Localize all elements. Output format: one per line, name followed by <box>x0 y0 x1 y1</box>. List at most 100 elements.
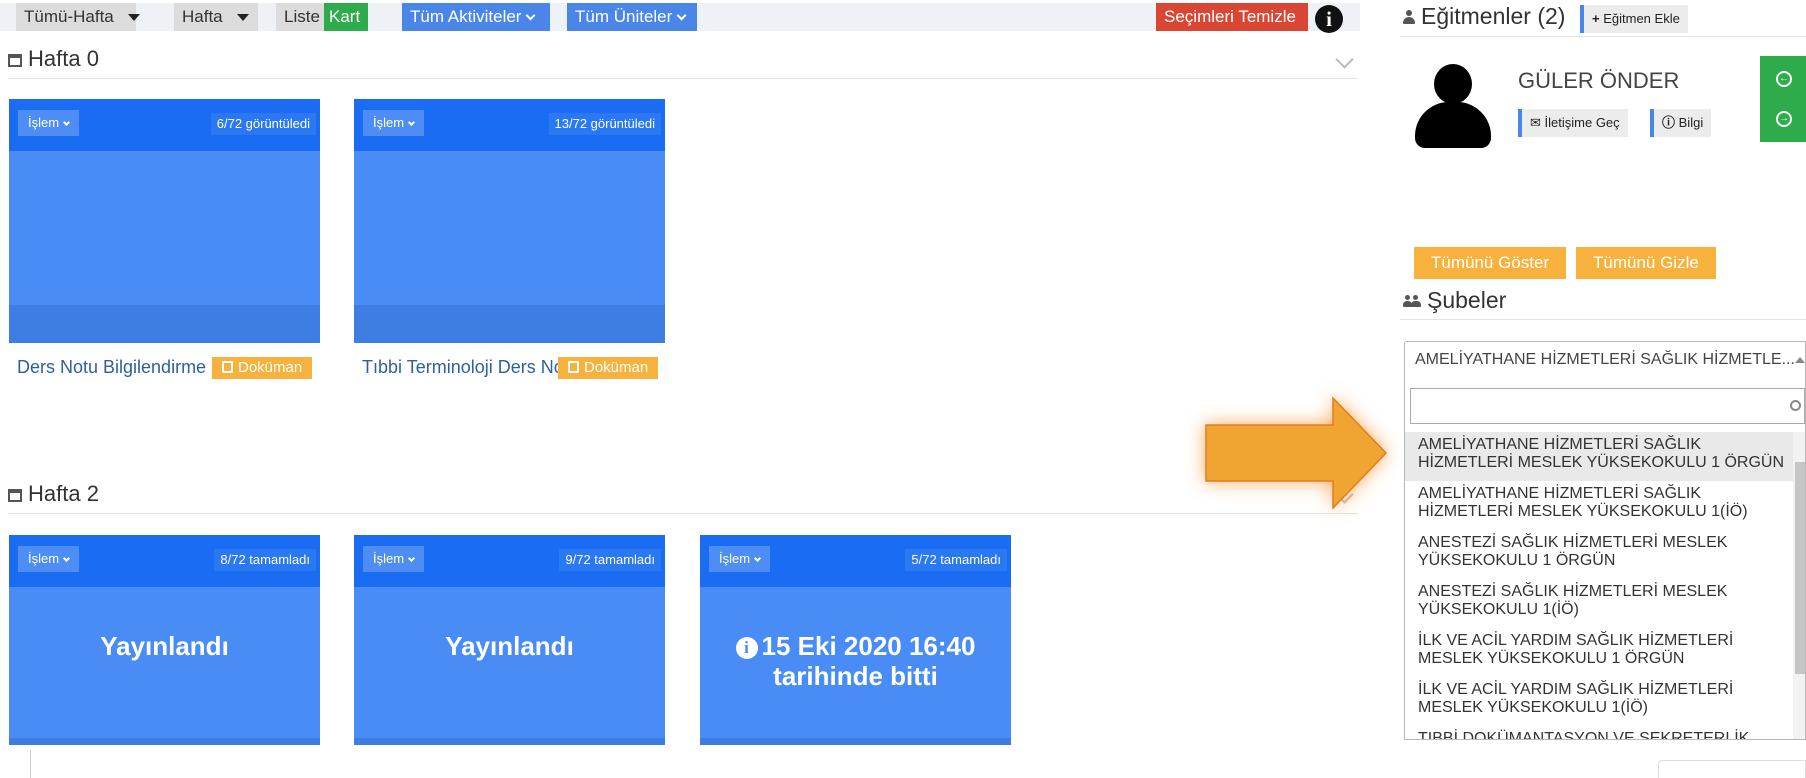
branch-option[interactable]: ANESTEZİ SAĞLIK HİZMETLERİ MESLEK YÜKSEKO… <box>1405 579 1793 628</box>
list-view-label: Liste <box>284 7 320 26</box>
branch-option[interactable]: TIBBİ DOKÜMANTASYON VE SEKRETERLİK <box>1405 726 1793 740</box>
card-status-text: i 15 Eki 2020 16:40 tarihinde bitti <box>700 631 1011 691</box>
card-stat-badge: 5/72 tamamladı <box>905 549 1007 571</box>
card-stat-badge: 6/72 görüntüledi <box>210 113 316 135</box>
section-divider <box>1400 36 1806 37</box>
activity-card[interactable]: İşlem 8/72 tamamladı Yayınlandı <box>9 535 320 745</box>
dropdown-scrollbar[interactable] <box>1793 432 1805 739</box>
info-icon: i <box>735 637 758 659</box>
instructors-title-label: Eğitmenler (2) <box>1421 3 1566 29</box>
info-button[interactable]: ⓘ Bilgi <box>1650 109 1712 137</box>
week-0-label: Hafta 0 <box>28 46 99 71</box>
activities-filter-button[interactable]: Tüm Aktiviteler <box>402 3 550 31</box>
add-instructor-button[interactable]: + Eğitmen Ekle <box>1580 5 1688 33</box>
calendar-icon <box>8 489 22 502</box>
document-badge: Doküman <box>558 357 659 379</box>
chevron-down-icon <box>408 118 416 127</box>
branch-option[interactable]: İLK VE ACİL YARDIM SAĞLIK HİZMETLERİ MESL… <box>1405 677 1793 726</box>
chevron-down-icon <box>63 554 71 563</box>
card-title-link[interactable]: Tıbbi Terminoloji Ders Notu <box>362 357 562 378</box>
arrow-right-icon <box>1205 396 1388 510</box>
sign-out-icon[interactable]: ← <box>1776 71 1792 87</box>
card-footer <box>9 305 320 343</box>
card-stat-badge: 8/72 tamamladı <box>214 549 316 571</box>
plus-icon: + <box>1592 11 1600 26</box>
units-filter-label: Tüm Üniteler <box>575 7 673 26</box>
branch-dropdown: AMELİYATHANE HİZMETLERİ SAĞLIK HİZMETLERİ… <box>1404 378 1806 740</box>
sign-in-icon[interactable]: → <box>1776 111 1792 127</box>
branch-option-line1: İLK VE ACİL YARDIM SAĞLIK HİZMETLERİ <box>1418 681 1734 698</box>
card-action-menu[interactable]: İşlem <box>18 110 80 136</box>
branch-options-list: AMELİYATHANE HİZMETLERİ SAĞLIK HİZMETLERİ… <box>1405 432 1793 740</box>
card-action-label: İşlem <box>28 551 60 566</box>
card-view-label: Kart <box>329 7 361 26</box>
week-2-title[interactable]: Hafta 2 <box>8 481 99 507</box>
caret-down-icon <box>236 14 249 22</box>
chevron-down-icon <box>408 554 416 563</box>
branch-option[interactable]: ANESTEZİ SAĞLIK HİZMETLERİ MESLEK YÜKSEKO… <box>1405 530 1793 579</box>
scrollbar-thumb[interactable] <box>1795 462 1805 674</box>
week-divider <box>8 513 1358 514</box>
week-unit-label: Hafta <box>182 7 223 26</box>
branch-option-line1: ANESTEZİ SAĞLIK HİZMETLERİ MESLEK <box>1418 583 1728 600</box>
card-action-label: İşlem <box>719 551 751 566</box>
card-action-menu[interactable]: İşlem <box>18 546 80 572</box>
branch-option-line2: YÜKSEKOKULU 1(İÖ) <box>1418 601 1579 618</box>
branch-option-line2: MESLEK YÜKSEKOKULU 1(İÖ) <box>1418 699 1648 716</box>
card-stat-badge: 13/72 görüntüledi <box>548 113 661 135</box>
book-icon <box>568 361 579 373</box>
branch-option-line1: İLK VE ACİL YARDIM SAĞLIK HİZMETLERİ <box>1418 632 1734 649</box>
activity-card[interactable]: İşlem 13/72 görüntüledi <box>354 99 665 343</box>
clear-selections-label: Seçimleri Temizle <box>1164 7 1296 26</box>
chevron-down-icon[interactable] <box>1335 50 1354 69</box>
activity-card[interactable]: İşlem 5/72 tamamladı i 15 Eki 2020 16:40 … <box>700 535 1011 745</box>
card-status-line2: tarihinde bitti <box>773 661 938 691</box>
show-all-button[interactable]: Tümünü Göster <box>1414 247 1567 279</box>
card-action-menu[interactable]: İşlem <box>709 546 771 572</box>
activity-card[interactable]: İşlem 9/72 tamamladı Yayınlandı <box>354 535 665 745</box>
branches-title-label: Şubeler <box>1427 287 1507 313</box>
caret-up-icon <box>1795 357 1805 363</box>
instructor-name: GÜLER ÖNDER <box>1518 68 1680 93</box>
branch-search-input[interactable] <box>1410 388 1805 424</box>
user-icon <box>1403 10 1415 24</box>
document-badge-label: Doküman <box>238 359 303 376</box>
card-view-button[interactable]: Kart <box>324 3 368 31</box>
contact-button[interactable]: ✉ İletişime Geç <box>1518 109 1628 137</box>
card-status-line1: 15 Eki 2020 16:40 <box>761 631 976 661</box>
week-0-title[interactable]: Hafta 0 <box>8 46 99 72</box>
card-title-link[interactable]: Ders Notu Bilgilendirme <box>17 357 217 378</box>
units-filter-button[interactable]: Tüm Üniteler <box>567 3 697 31</box>
branch-option[interactable]: AMELİYATHANE HİZMETLERİ SAĞLIK HİZMETLERİ… <box>1405 481 1793 530</box>
info-icon[interactable]: i <box>1315 5 1343 33</box>
branch-select-value: AMELİYATHANE HİZMETLERİ SAĞLIK HİZMETLE.… <box>1415 351 1795 368</box>
activity-card[interactable]: İşlem 6/72 görüntüledi <box>9 99 320 343</box>
card-footer <box>9 738 320 745</box>
card-action-label: İşlem <box>373 551 405 566</box>
card-action-menu[interactable]: İşlem <box>363 546 425 572</box>
document-badge-label: Doküman <box>584 359 649 376</box>
clear-selections-button[interactable]: Seçimleri Temizle <box>1156 3 1308 31</box>
branch-option-line1: AMELİYATHANE HİZMETLERİ SAĞLIK <box>1418 485 1702 502</box>
branch-option-line1: TIBBİ DOKÜMANTASYON VE SEKRETERLİK <box>1418 730 1750 740</box>
branch-option-line2: HİZMETLERİ MESLEK YÜKSEKOKULU 1 ÖRGÜN <box>1418 454 1785 471</box>
info-icon: ⓘ <box>1662 115 1676 130</box>
instructor-actions: ← → <box>1760 56 1806 142</box>
branches-title: Şubeler <box>1403 287 1506 314</box>
card-status-text: Yayınlandı <box>100 631 229 661</box>
branch-option-line1: AMELİYATHANE HİZMETLERİ SAĞLIK <box>1418 436 1702 453</box>
card-action-menu[interactable]: İşlem <box>363 110 425 136</box>
branch-option[interactable]: İLK VE ACİL YARDIM SAĞLIK HİZMETLERİ MESL… <box>1405 628 1793 677</box>
document-badge: Doküman <box>212 357 313 379</box>
week-unit-select[interactable]: Hafta <box>174 3 258 31</box>
list-view-button[interactable]: Liste <box>276 3 326 31</box>
activities-filter-label: Tüm Aktiviteler <box>410 7 522 26</box>
calendar-icon <box>8 54 22 67</box>
week-filter-select[interactable]: Tümü-Hafta <box>16 3 140 31</box>
branch-option-line2: YÜKSEKOKULU 1 ÖRGÜN <box>1418 552 1616 569</box>
card-footer <box>700 738 1011 745</box>
branch-select[interactable]: AMELİYATHANE HİZMETLERİ SAĞLIK HİZMETLE.… <box>1404 341 1806 379</box>
branch-option[interactable]: AMELİYATHANE HİZMETLERİ SAĞLIK HİZMETLERİ… <box>1405 432 1793 481</box>
contact-button-label: İletişime Geç <box>1544 115 1620 130</box>
hide-all-button[interactable]: Tümünü Gizle <box>1576 247 1716 279</box>
